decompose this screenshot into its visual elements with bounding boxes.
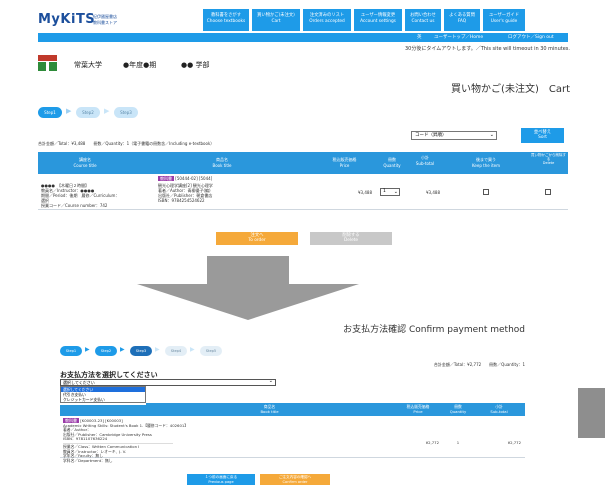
step-3: Step3 — [114, 107, 138, 118]
nav-faq[interactable]: よくある質問 FAQ — [444, 9, 480, 31]
row-subtotal: ¥2,772 — [507, 440, 521, 445]
cart-total-line: 合計金額／Total：¥3,488 冊数／Quantity：1（電子書籍の冊数含… — [38, 141, 215, 146]
step-1: Step1 — [38, 107, 62, 118]
nav-orders-accepted[interactable]: 注文済みのリスト Orders accepted — [303, 9, 351, 31]
book-isbn: ISBN：9784254524622 — [158, 198, 205, 203]
lang-toggle[interactable]: 英 — [417, 34, 422, 40]
payment-option[interactable]: クレジットカード支払い — [61, 397, 145, 402]
col-price: 税込販売価格 Price — [393, 403, 443, 416]
payment-method-select[interactable]: 選択してください ⌄ — [60, 379, 276, 386]
sort-select-value: コード（昇順） — [415, 133, 447, 138]
row-subtotal: ¥3,488 — [426, 190, 440, 195]
sign-out-link[interactable]: ログアウト／Sign out — [508, 34, 554, 40]
sort-select[interactable]: コード（昇順） ⌄ — [411, 131, 497, 140]
school-logo-icon — [38, 55, 57, 71]
home-link[interactable]: ユーザートップ／Home — [434, 34, 483, 40]
school-name: 常葉大学 — [74, 61, 102, 69]
step-arrow-icon: ▶ — [190, 346, 195, 353]
nav-account-settings[interactable]: ユーザー情報変更 Account settings — [354, 9, 402, 31]
payment-options-list: 選択してください 代引き支払い クレジットカード支払い — [60, 386, 146, 403]
table-row: 教科書 [K00003-23] [K00003] Academic Writin… — [60, 416, 525, 462]
step-arrow-icon: ▶ — [66, 107, 72, 115]
school-faculty: ●● 学部 — [181, 61, 210, 69]
sort-button[interactable]: 並べ替え Sort — [521, 128, 564, 143]
step-2: Step2 — [76, 107, 100, 118]
down-arrow-icon — [137, 256, 359, 320]
delete-checkbox[interactable] — [545, 189, 551, 195]
nav-choose-textbooks[interactable]: 教科書をさがす Choose textbooks — [203, 9, 249, 31]
book-isbn: ISBN：9781107636224 — [63, 436, 108, 442]
keep-item-checkbox[interactable] — [483, 189, 489, 195]
quantity-select[interactable]: 1 ⌄ — [380, 188, 400, 196]
screenshot-root: MyKiTS 紀伊國屋書店 教科書ストア 教科書をさがす Choose text… — [0, 0, 605, 495]
header-fill — [60, 405, 146, 416]
row-price: ¥3,488 — [358, 190, 372, 195]
table-row: ●●●● 【木曜日２時間】 教員名／Instructor：●●●● 期間／Per… — [38, 174, 568, 210]
book-info: 教科書 [50444-02] [5044] 観光心理学講座[2] 観光心理学 著… — [158, 176, 308, 203]
course-period: 期間／Period：後期 履修／Curriculum： — [41, 193, 120, 198]
previous-page-button[interactable]: １つ前の画面に戻る Previous page — [187, 474, 255, 485]
step-1: Step1 — [60, 346, 82, 356]
col-quantity: 冊数 Quantity — [443, 403, 473, 416]
step-2: Step2 — [95, 346, 117, 356]
nav-contact-us[interactable]: お問い合わせ Contact us — [405, 9, 441, 31]
book-codes: [50444-02] [5044] — [175, 176, 213, 181]
cart-table: 講座名 Course title 商品名 Book title 税込販売価格 P… — [38, 152, 568, 210]
nav-users-guide[interactable]: ユーザーガイド User's guide — [483, 9, 525, 31]
site-logo[interactable]: MyKiTS 紀伊國屋書店 教科書ストア — [38, 12, 148, 30]
logo-text: MyKiTS — [38, 12, 96, 27]
step-arrow-icon: ▶ — [85, 346, 90, 353]
to-order-button[interactable]: 注文へ To order — [216, 232, 298, 245]
step-indicator: Step1 ▶ Step2 ▶ Step3 — [38, 106, 168, 120]
step-arrow-icon: ▶ — [120, 346, 125, 353]
book-info: 教科書 [K00003-23] [K00003] Academic Writin… — [63, 418, 383, 463]
chevron-down-icon: ⌄ — [393, 189, 398, 195]
chevron-down-icon: ⌄ — [489, 132, 494, 138]
payment-total-line: 合計金額／Total：¥2,772 冊数／Quantity：1 — [433, 362, 525, 367]
col-keep-item: 後まで買う Keep the item — [443, 152, 529, 174]
step-arrow-icon: ▶ — [104, 107, 110, 115]
payment-table: 商品名 Book title 税込販売価格 Price 冊数 Quantity … — [60, 403, 525, 462]
nav-cart[interactable]: 買い物かご(未注文) Cart — [252, 9, 300, 31]
chevron-down-icon: ⌄ — [268, 378, 273, 384]
textbook-badge: 教科書 — [158, 176, 174, 181]
timeout-notice: 30分後にタイムアウトします。／This site will timeout i… — [404, 46, 570, 52]
quantity-value: 1 — [383, 189, 386, 194]
col-course-title: 講座名 Course title — [38, 152, 132, 174]
payment-page-title: お支払方法確認 Confirm payment method — [343, 325, 525, 335]
step-4: Step4 — [165, 346, 187, 356]
sub-nav-bar: 英 ユーザートップ／Home ログアウト／Sign out — [38, 33, 568, 42]
col-subtotal: 小計 Sub-total — [473, 403, 525, 416]
course-info: ●●●● 【木曜日２時間】 教員名／Instructor：●●●● 期間／Per… — [41, 183, 131, 208]
row-quantity: 1 — [456, 440, 460, 445]
side-gray-block — [578, 388, 605, 438]
col-quantity: 冊数 Quantity — [377, 152, 407, 174]
delete-button[interactable]: 削除する Delete — [310, 232, 392, 245]
class-department: 学科名／Department：無し — [63, 457, 113, 463]
col-book-title: 商品名 Book title — [146, 403, 393, 416]
logo-sub-2: 教科書ストア — [93, 20, 117, 25]
course-number: 授業コード／Course number：742 — [41, 203, 108, 208]
col-book-title: 商品名 Book title — [132, 152, 312, 174]
step-arrow-icon: ▶ — [155, 346, 160, 353]
payment-step-indicator: Step1 ▶ Step2 ▶ Step3 ▶ Step4 ▶ Step5 — [60, 346, 280, 358]
col-subtotal: 小計 Sub-total — [407, 152, 443, 174]
page-title: 買い物かご(未注文) Cart — [451, 84, 570, 95]
step-5: Step5 — [200, 346, 222, 356]
confirm-order-button[interactable]: ご注文内容の確認へ Confirm order — [260, 474, 330, 485]
col-price: 税込販売価格 Price — [312, 152, 377, 174]
payment-select-value: 選択してください — [63, 380, 95, 385]
step-3: Step3 — [130, 346, 152, 356]
school-term: ●年度●期 — [123, 61, 157, 69]
col-delete: 買い物かごから削除する Delete — [529, 152, 568, 174]
row-price: ¥2,772 — [425, 440, 439, 445]
